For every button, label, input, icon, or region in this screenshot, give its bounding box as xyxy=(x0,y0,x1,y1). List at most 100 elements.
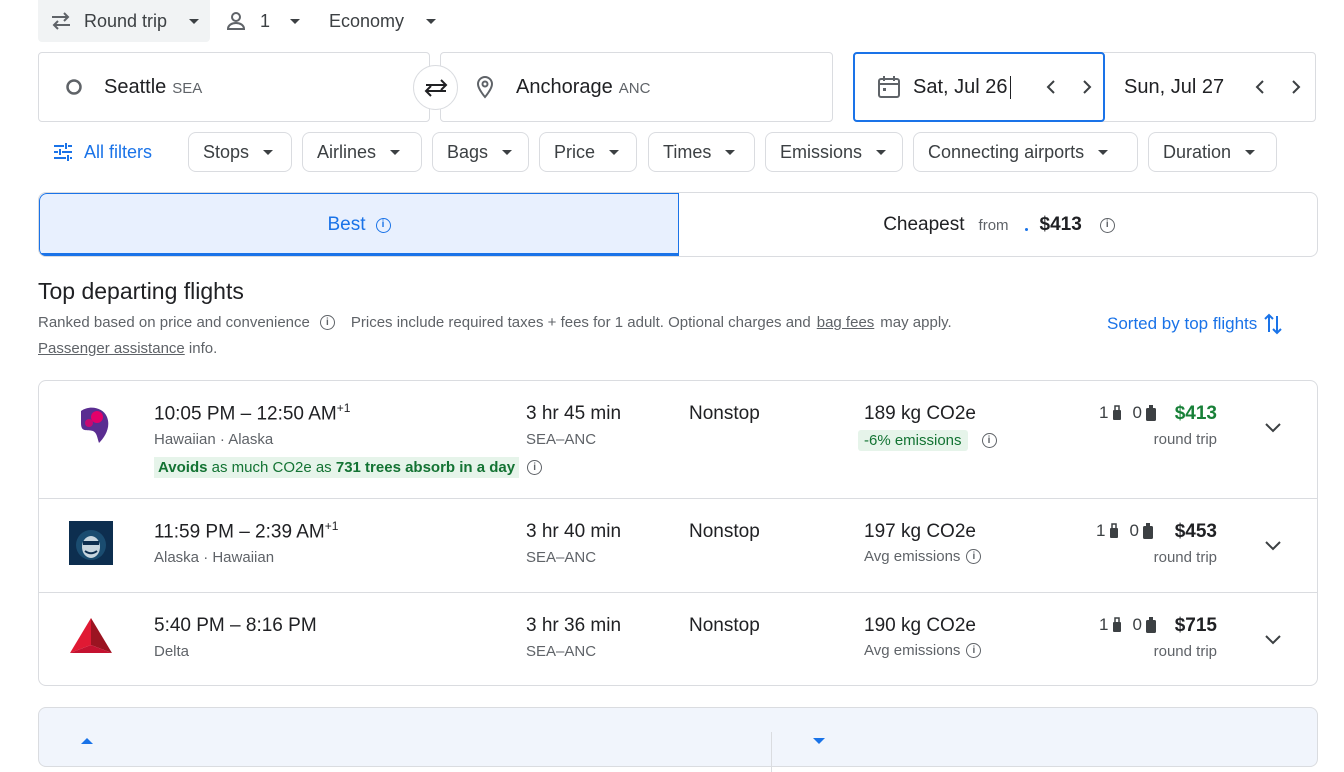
chevron-down-icon xyxy=(390,149,401,155)
destination-city: Anchorage xyxy=(516,75,613,98)
flight-route: SEA–ANC xyxy=(526,431,597,448)
filter-bags-label: Bags xyxy=(447,141,489,162)
carry-on-count: 1 xyxy=(1096,521,1106,540)
passenger-assistance-link[interactable]: Passenger assistance xyxy=(38,340,185,357)
destination-code: ANC xyxy=(618,80,651,97)
alaska-airlines-logo-icon xyxy=(69,521,113,565)
filter-duration[interactable]: Duration xyxy=(1148,132,1277,172)
flight-row[interactable]: 5:40 PM – 8:16 PM Delta 3 hr 36 min SEA–… xyxy=(39,593,1317,685)
sort-button[interactable]: Sorted by top flights xyxy=(1107,312,1283,336)
return-next-day-button[interactable] xyxy=(1284,75,1308,99)
checked-bag-icon xyxy=(1145,405,1156,421)
depart-prev-day-button[interactable] xyxy=(1039,75,1063,99)
flight-results-list: 10:05 PM – 12:50 AM+1 Hawaiian · Alaska … xyxy=(38,380,1318,686)
chevron-right-icon xyxy=(1082,80,1091,94)
filter-bags[interactable]: Bags xyxy=(432,132,529,172)
filter-price[interactable]: Price xyxy=(539,132,637,172)
return-date-input[interactable]: Sun, Jul 27 xyxy=(1124,52,1314,122)
chevron-down-icon[interactable] xyxy=(1263,535,1283,555)
all-filters-label: All filters xyxy=(84,141,153,162)
flight-duration: 3 hr 40 min xyxy=(526,521,622,542)
flight-emissions: Avg emissions i xyxy=(864,642,982,659)
filter-price-label: Price xyxy=(554,141,596,162)
chevron-down-icon xyxy=(502,149,513,155)
info-icon[interactable]: i xyxy=(966,549,982,564)
return-prev-day-button[interactable] xyxy=(1248,75,1272,99)
checked-bag-icon xyxy=(1142,523,1153,539)
chevron-down-icon[interactable] xyxy=(1263,629,1283,649)
chevron-down-icon[interactable] xyxy=(1263,417,1283,437)
flight-airline: Delta xyxy=(154,643,190,660)
tab-cheapest[interactable]: Cheapest from $413 i xyxy=(679,193,1317,256)
chevron-right-icon xyxy=(1292,80,1301,94)
passengers-count: 1 xyxy=(260,10,271,31)
flight-route: SEA–ANC xyxy=(526,643,597,660)
bag-allowance: 1 0 xyxy=(1099,403,1157,423)
depart-date-input[interactable]: Sat, Jul 26 xyxy=(853,52,1105,122)
destination-input[interactable]: Anchorage ANC xyxy=(440,52,833,122)
emissions-avoid-note: Avoids as much CO2e as 731 trees absorb … xyxy=(154,457,543,478)
filter-connecting-airports[interactable]: Connecting airports xyxy=(913,132,1138,172)
filter-emissions[interactable]: Emissions xyxy=(765,132,903,172)
ranked-note: Ranked based on price and convenience xyxy=(38,314,310,331)
tune-icon xyxy=(54,143,72,161)
hawaiian-airlines-logo-icon xyxy=(81,407,109,443)
delta-logo-icon xyxy=(70,618,112,653)
info-icon[interactable]: i xyxy=(966,643,982,658)
swap-icon xyxy=(424,78,447,97)
flight-row[interactable]: 10:05 PM – 12:50 AM+1 Hawaiian · Alaska … xyxy=(39,381,1317,499)
tab-cheapest-from: from xyxy=(978,216,1009,234)
price-note: round trip xyxy=(1153,549,1217,566)
carry-on-bag-icon xyxy=(1110,523,1119,538)
trip-type-select[interactable]: Round trip xyxy=(38,0,210,42)
flight-airline: Hawaiian · Alaska xyxy=(154,431,274,448)
passenger-assistance-info: info. xyxy=(188,340,218,357)
info-icon[interactable]: i xyxy=(1099,217,1115,233)
passenger-assistance-note: Passenger assistance info. xyxy=(38,340,217,357)
filter-duration-label: Duration xyxy=(1163,141,1232,162)
bag-fees-link[interactable]: bag fees xyxy=(817,314,875,331)
bag-allowance: 1 0 xyxy=(1099,615,1157,635)
bag-allowance: 1 0 xyxy=(1096,521,1154,541)
filter-airlines[interactable]: Airlines xyxy=(302,132,422,172)
chart-down-icon xyxy=(813,738,825,744)
emissions-label: Avg emissions xyxy=(864,548,961,565)
flight-duration: 3 hr 36 min xyxy=(526,615,622,636)
avoid-text-c: 731 trees absorb in a day xyxy=(335,459,516,476)
info-icon[interactable]: i xyxy=(319,315,335,330)
flight-row[interactable]: 11:59 PM – 2:39 AM+1 Alaska · Hawaiian 3… xyxy=(39,499,1317,593)
origin-circle-icon xyxy=(66,79,82,95)
tab-best[interactable]: Best i xyxy=(39,193,679,256)
prices-note-end: may apply. xyxy=(880,314,952,331)
passengers-select[interactable]: 1 xyxy=(226,0,301,42)
tab-cheapest-price: $413 xyxy=(1039,214,1082,235)
info-icon[interactable]: i xyxy=(981,433,997,448)
chart-up-icon xyxy=(81,738,93,744)
flight-time-text: 11:59 PM – 2:39 AM xyxy=(154,521,325,543)
info-icon[interactable]: i xyxy=(527,460,543,475)
flight-price: $413 xyxy=(1174,403,1217,424)
flight-duration: 3 hr 45 min xyxy=(526,403,622,424)
info-icon[interactable]: i xyxy=(375,217,391,233)
emissions-badge: -6% emissions xyxy=(858,430,968,451)
checked-bag-count: 0 xyxy=(1132,615,1142,634)
flight-price: $453 xyxy=(1174,521,1217,542)
origin-city: Seattle xyxy=(104,75,167,98)
swap-locations-button[interactable] xyxy=(413,65,458,110)
origin-input[interactable]: Seattle SEA xyxy=(38,52,430,122)
chevron-down-icon xyxy=(263,149,274,155)
avoid-text-a: Avoids xyxy=(158,459,208,476)
carry-on-bag-icon xyxy=(1113,617,1122,632)
depart-next-day-button[interactable] xyxy=(1075,75,1099,99)
carry-on-count: 1 xyxy=(1099,403,1109,422)
results-title: Top departing flights xyxy=(38,278,244,304)
cabin-class-select[interactable]: Economy xyxy=(329,0,437,42)
filter-times[interactable]: Times xyxy=(648,132,755,172)
swap-arrows-icon xyxy=(52,12,70,30)
tab-cheapest-label: Cheapest xyxy=(883,214,965,235)
checked-bag-icon xyxy=(1145,617,1156,633)
chevron-left-icon xyxy=(1255,80,1264,94)
checked-bag-count: 0 xyxy=(1132,403,1142,422)
all-filters-button[interactable]: All filters xyxy=(52,132,152,172)
filter-stops[interactable]: Stops xyxy=(188,132,292,172)
